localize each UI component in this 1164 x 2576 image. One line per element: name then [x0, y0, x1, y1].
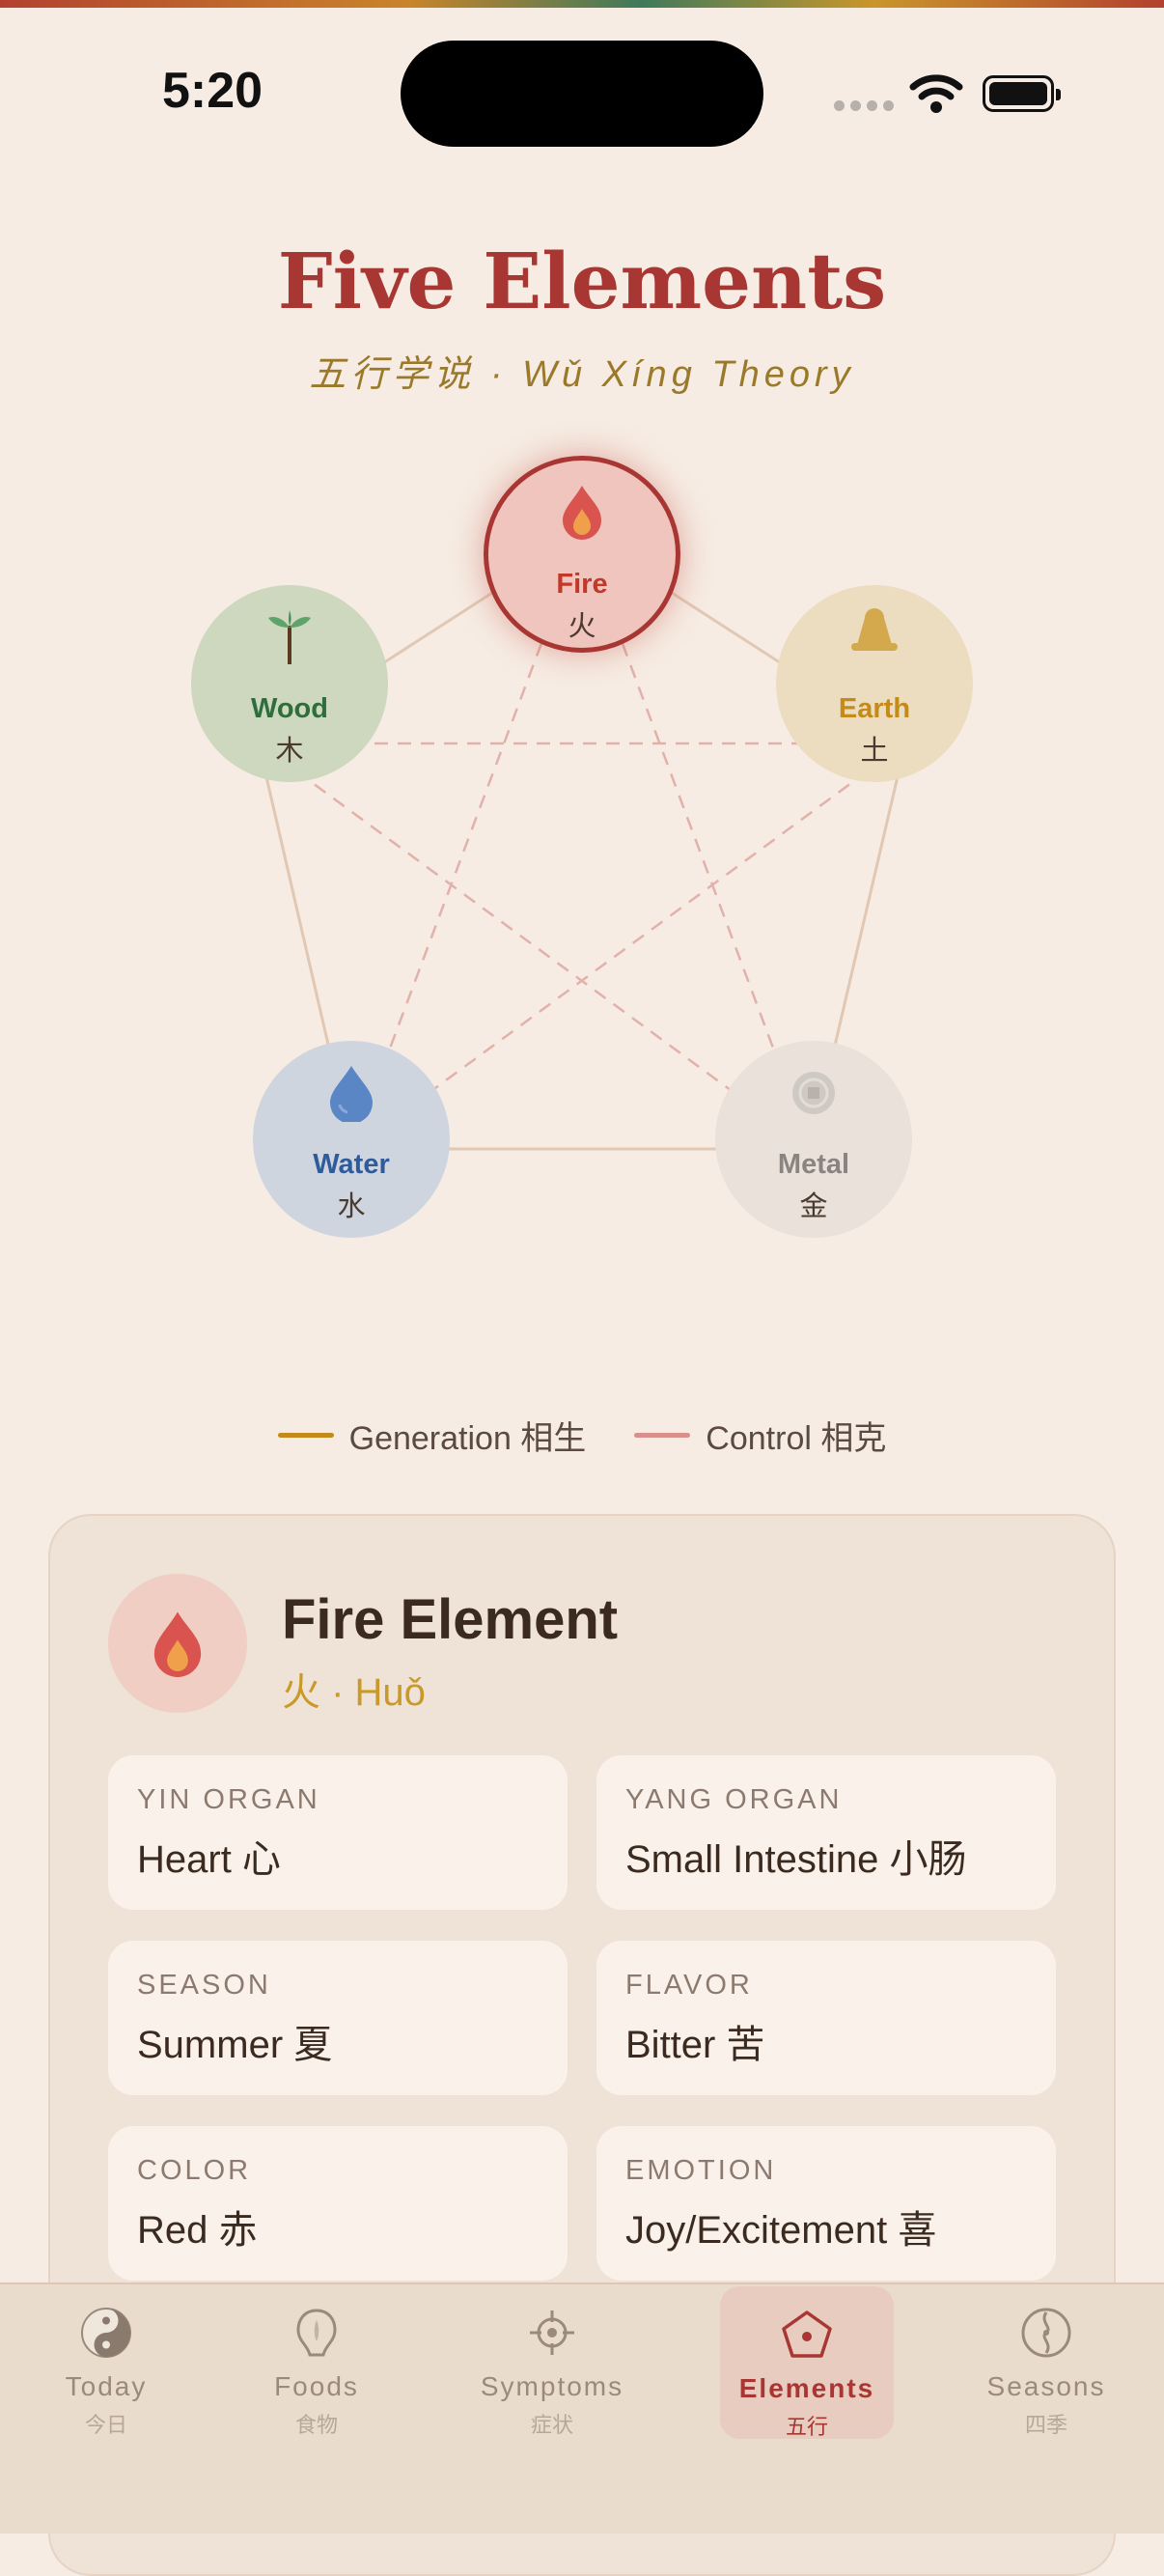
tab-bar: Today 今日 Foods 食物 Symptoms 症状 Elements 五… [0, 2282, 1164, 2534]
earth-chinese: 土 [860, 736, 889, 767]
control-swatch [634, 1433, 691, 1438]
property-value: Heart 心 [137, 1838, 281, 1881]
fire-node[interactable]: Fire 火 [484, 456, 680, 653]
property-label: COLOR [137, 2155, 252, 2186]
fire-chinese: 火 [568, 611, 596, 642]
cellular-signal-icon [834, 100, 894, 111]
tab-today[interactable]: Today 今日 [19, 2284, 193, 2439]
tab-label-chinese: 今日 [84, 2413, 127, 2437]
five-elements-diagram: Fire 火 Wood 木 Earth 土 Water 水 Metal 金 [0, 425, 1164, 1294]
tab-label-chinese: 五行 [785, 2415, 828, 2439]
legend-control: Control 相克 [634, 1412, 886, 1459]
coin-icon [792, 1072, 835, 1114]
property-value: Summer 夏 [137, 2024, 333, 2066]
earth-node[interactable]: Earth 土 [776, 585, 973, 782]
status-time: 5:20 [162, 63, 263, 119]
legend-generation: Generation 相生 [277, 1412, 587, 1459]
water-chinese: 水 [337, 1191, 366, 1222]
tab-label-chinese: 食物 [294, 2413, 338, 2437]
tab-label-chinese: 四季 [1024, 2413, 1067, 2437]
water-label: Water [313, 1149, 390, 1180]
property-color: COLOR Red 赤 [108, 2126, 568, 2281]
property-label: SEASON [137, 1970, 271, 2001]
property-label: YIN ORGAN [137, 1784, 320, 1815]
property-emotion: EMOTION Joy/Excitement 喜 [596, 2126, 1056, 2281]
property-label: EMOTION [625, 2155, 777, 2186]
mountain-icon [851, 608, 898, 651]
tab-foods[interactable]: Foods 食物 [230, 2284, 403, 2439]
tab-seasons[interactable]: Seasons 四季 [959, 2284, 1133, 2439]
food-icon [296, 2309, 337, 2357]
pentagon-icon [782, 2310, 832, 2358]
compass-icon [1021, 2308, 1071, 2358]
property-label: FLAVOR [625, 1970, 753, 2001]
property-flavor: FLAVOR Bitter 苦 [596, 1941, 1056, 2095]
page-subtitle: 五行学说 · Wǔ Xíng Theory [309, 354, 855, 395]
legend: Generation 相生 Control 相克 [0, 1412, 1164, 1459]
battery-icon [983, 75, 1061, 112]
wood-label: Wood [251, 693, 328, 724]
yin-yang-icon [81, 2308, 131, 2358]
property-value: Red 赤 [137, 2209, 258, 2252]
sprout-icon [268, 610, 311, 664]
tab-label: Seasons [986, 2371, 1106, 2401]
flame-icon [563, 486, 601, 540]
water-drop-icon [330, 1066, 373, 1122]
tab-label: Foods [274, 2371, 359, 2401]
target-icon [530, 2310, 574, 2355]
earth-label: Earth [838, 693, 911, 724]
water-node[interactable]: Water 水 [253, 1041, 450, 1238]
tab-symptoms[interactable]: Symptoms 症状 [465, 2284, 639, 2439]
legend-control-label: Control 相克 [706, 1420, 887, 1457]
tab-elements[interactable]: Elements 五行 [720, 2286, 894, 2439]
wifi-icon [909, 74, 963, 113]
property-value: Joy/Excitement 喜 [625, 2209, 937, 2252]
property-yin-organ: YIN ORGAN Heart 心 [108, 1755, 568, 1910]
top-accent-bar [0, 0, 1164, 8]
generation-swatch [277, 1433, 334, 1438]
page-title: Five Elements [277, 236, 887, 326]
dynamic-island [401, 41, 763, 147]
legend-generation-label: Generation 相生 [348, 1420, 587, 1457]
fire-label: Fire [556, 569, 608, 600]
metal-label: Metal [777, 1149, 850, 1180]
tab-label-chinese: 症状 [530, 2413, 573, 2437]
wood-node[interactable]: Wood 木 [191, 585, 388, 782]
detail-subtitle: 火 · Huǒ [282, 1671, 426, 1714]
property-value: Bitter 苦 [625, 2024, 765, 2066]
detail-flame-icon [108, 1574, 247, 1713]
tab-label: Today [65, 2371, 148, 2401]
property-season: SEASON Summer 夏 [108, 1941, 568, 2095]
metal-chinese: 金 [799, 1191, 828, 1222]
tab-label: Symptoms [480, 2371, 624, 2401]
tab-label: Elements [738, 2373, 875, 2403]
property-label: YANG ORGAN [625, 1784, 843, 1815]
property-value: Small Intestine 小肠 [625, 1838, 967, 1881]
metal-node[interactable]: Metal 金 [715, 1041, 912, 1238]
property-yang-organ: YANG ORGAN Small Intestine 小肠 [596, 1755, 1056, 1910]
detail-title: Fire Element [282, 1588, 619, 1651]
wood-chinese: 木 [275, 736, 304, 767]
